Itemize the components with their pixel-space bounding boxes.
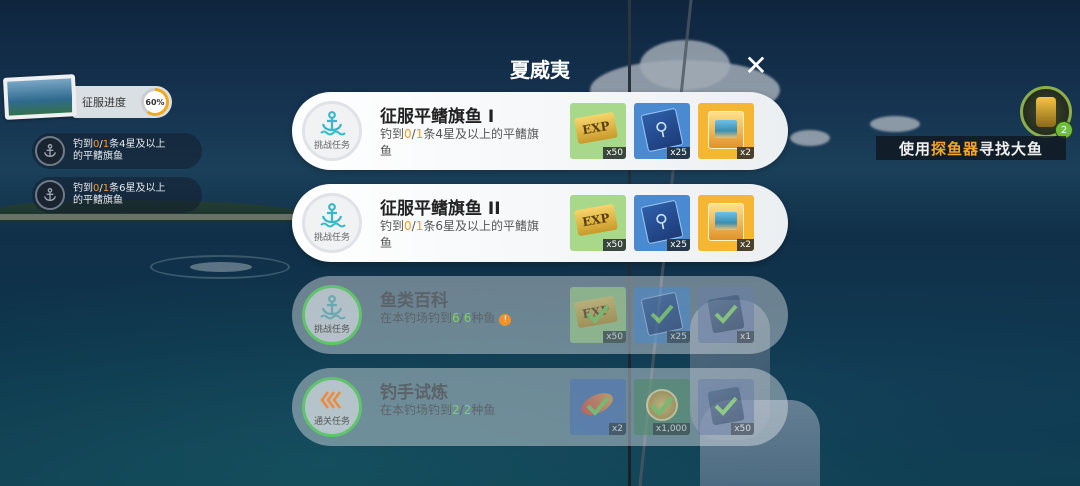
conquest-progress[interactable]: 征服进度 60% — [72, 86, 172, 118]
reward-quantity: x50 — [731, 423, 754, 435]
quest-description: 钓到0/1条4星及以上的平鳍旗鱼 — [380, 127, 539, 158]
progress-ring: 60% — [141, 88, 169, 116]
reward-quantity: x1,000 — [652, 423, 690, 435]
mini-quest-item[interactable]: 钓到0/1条6星及以上 的平鳍旗鱼 — [32, 177, 202, 213]
mini-quest-text: 钓到0/1条6星及以上 的平鳍旗鱼 — [73, 183, 166, 206]
location-photo[interactable] — [2, 74, 78, 120]
quest-title: 钓手试炼 — [380, 383, 448, 403]
reward-quantity: x25 — [667, 331, 690, 343]
check-icon — [714, 396, 738, 416]
reward-rod-pack[interactable]: x25 — [634, 287, 690, 343]
quest-card[interactable]: 挑战任务 征服平鳍旗鱼 I 钓到0/1条4星及以上的平鳍旗鱼 EXP x50 ⚲… — [292, 92, 788, 170]
reward-quantity: x25 — [667, 147, 690, 159]
reward-exp-ticket[interactable]: EXP x50 — [570, 103, 626, 159]
exp-ticket-icon: EXP — [574, 203, 618, 237]
quest-type-tag: 挑战任务 — [313, 325, 350, 335]
check-icon — [714, 304, 738, 324]
quest-title: 征服平鳍旗鱼 I — [380, 107, 495, 127]
exp-ticket-icon: EXP — [574, 111, 618, 145]
reward-pack[interactable]: x1 — [698, 287, 754, 343]
progress-label: 征服进度 — [82, 96, 126, 109]
quest-type-tag: 挑战任务 — [313, 233, 350, 243]
fish-finder-button[interactable]: 2 — [1020, 86, 1073, 139]
mini-quest-item[interactable]: 钓到0/1条4星及以上 的平鳍旗鱼 — [32, 133, 202, 169]
quest-card[interactable]: 挑战任务 征服平鳍旗鱼 II 钓到0/1条6星及以上的平鳍旗鱼 EXP x50 … — [292, 184, 788, 262]
anchor-icon — [320, 111, 346, 136]
modal-title: 夏威夷 — [510, 58, 570, 82]
quest-description: 在本钓场钓到6/6种鱼! — [380, 310, 580, 327]
quest-title: 征服平鳍旗鱼 II — [380, 199, 501, 219]
progress-value: 60% — [144, 91, 166, 113]
challenge-badge: 挑战任务 — [302, 285, 362, 345]
close-icon: ✕ — [744, 49, 768, 82]
quest-type-tag: 挑战任务 — [313, 141, 350, 151]
anchor-icon — [320, 203, 346, 228]
quest-title: 鱼类百科 — [380, 291, 448, 311]
check-icon — [586, 304, 610, 324]
reward-rod-pack[interactable]: ⚲ x25 — [634, 195, 690, 251]
reward-exp-ticket[interactable]: EXP x50 — [570, 195, 626, 251]
anchor-icon — [35, 180, 65, 210]
quest-description: 在本钓场钓到2/2种鱼 — [380, 403, 496, 417]
challenge-badge: 挑战任务 — [302, 193, 362, 253]
anchor-icon — [35, 136, 65, 166]
reward-quantity: x50 — [603, 331, 626, 343]
reward-pack[interactable]: x50 — [698, 379, 754, 435]
fish-finder-icon — [1036, 97, 1056, 127]
quest-card-completed[interactable]: 通关任务 钓手试炼 在本钓场钓到2/2种鱼 x2 x1,000 x50 — [292, 368, 788, 446]
reward-rod-pack[interactable]: ⚲ x25 — [634, 103, 690, 159]
alert-icon: ! — [499, 314, 512, 326]
reward-quantity: x50 — [603, 239, 626, 251]
blue-rod-pack-icon: ⚲ — [640, 199, 684, 245]
chevrons-icon — [320, 391, 342, 409]
check-icon — [650, 304, 674, 324]
check-icon — [650, 396, 674, 416]
reward-quantity: x2 — [608, 423, 626, 435]
close-button[interactable]: ✕ — [742, 52, 770, 80]
quest-card-completed[interactable]: 挑战任务 鱼类百科 在本钓场钓到6/6种鱼! EXP x50 x25 x1 — [292, 276, 788, 354]
reward-lure[interactable]: x2 — [570, 379, 626, 435]
check-icon — [586, 396, 610, 416]
challenge-badge: 挑战任务 — [302, 101, 362, 161]
reward-quantity: x2 — [736, 147, 754, 159]
reward-quantity: x2 — [736, 239, 754, 251]
reward-photo-box[interactable]: x2 — [698, 195, 754, 251]
reward-exp-ticket[interactable]: EXP x50 — [570, 287, 626, 343]
reward-quantity: x50 — [603, 147, 626, 159]
reward-quantity: x25 — [667, 239, 690, 251]
gold-photo-box-icon — [708, 111, 744, 149]
clear-badge: 通关任务 — [302, 377, 362, 437]
reward-photo-box[interactable]: x2 — [698, 103, 754, 159]
reward-quantity: x1 — [736, 331, 754, 343]
fish-finder-hint: 使用 探鱼器 寻找大鱼 — [876, 136, 1066, 160]
anchor-icon — [320, 295, 346, 320]
quest-type-tag: 通关任务 — [313, 417, 350, 427]
mini-quest-text: 钓到0/1条4星及以上 的平鳍旗鱼 — [73, 139, 166, 162]
blue-rod-pack-icon: ⚲ — [640, 107, 684, 153]
quest-description: 钓到0/1条6星及以上的平鳍旗鱼 — [380, 219, 539, 250]
reward-coins[interactable]: x1,000 — [634, 379, 690, 435]
gold-photo-box-icon — [708, 203, 744, 241]
